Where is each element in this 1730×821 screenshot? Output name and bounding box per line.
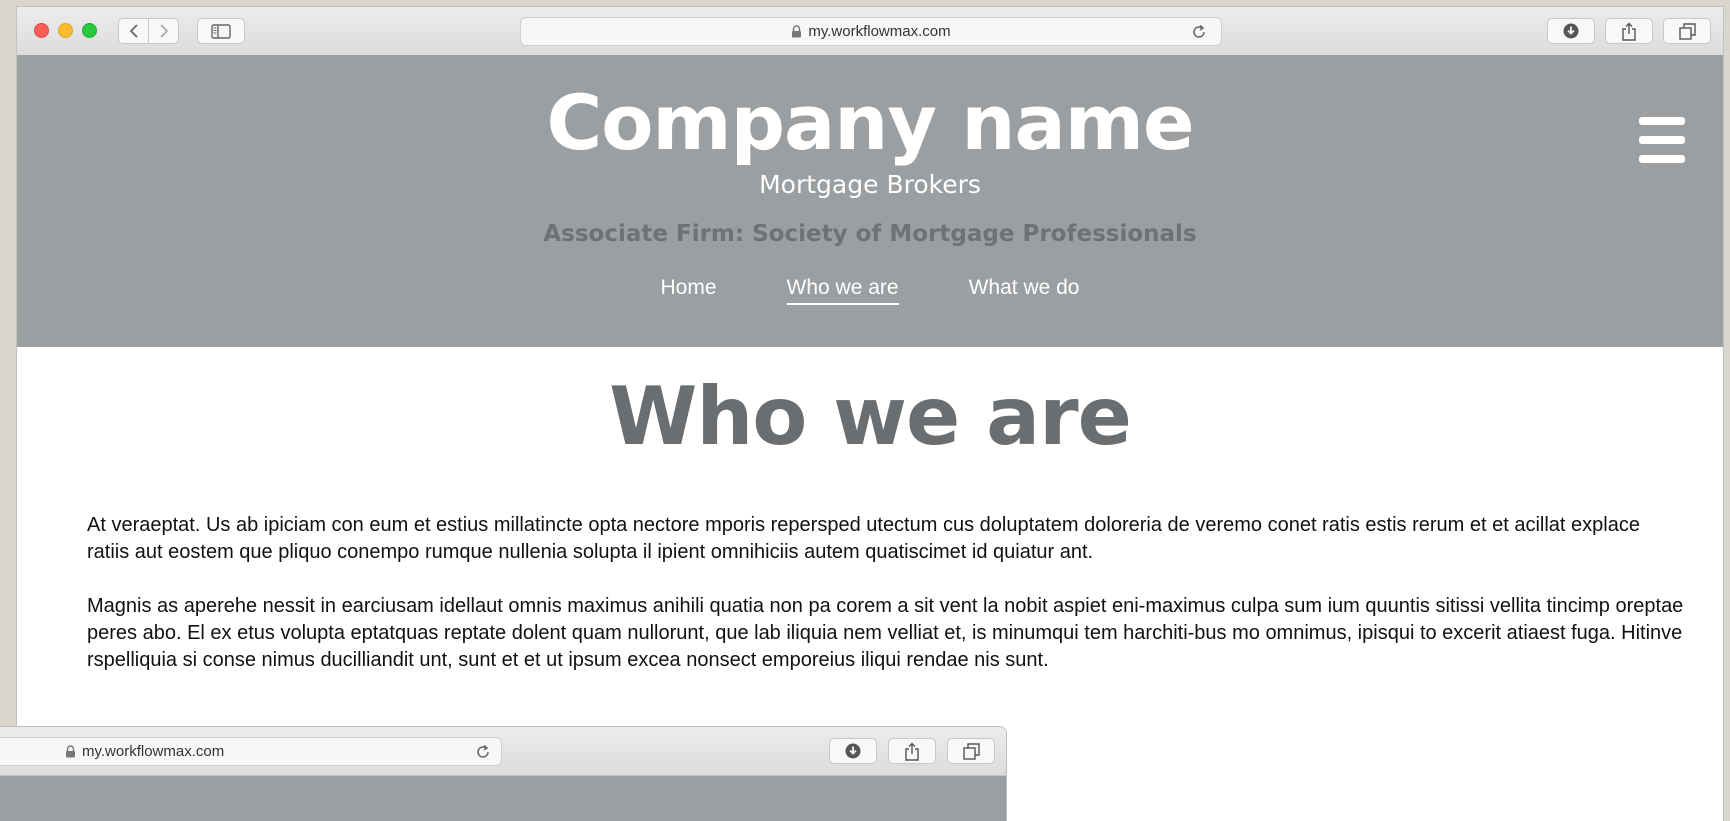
associate-firm: Associate Firm: Society of Mortgage Prof… xyxy=(543,221,1197,247)
tabs-icon xyxy=(962,742,980,760)
forward-icon xyxy=(159,24,168,38)
hamburger-menu-icon[interactable] xyxy=(1639,117,1685,163)
tabs-button[interactable] xyxy=(947,738,995,764)
lock-icon xyxy=(791,25,802,38)
back-button[interactable] xyxy=(118,18,149,44)
tabs-icon xyxy=(1678,22,1696,40)
tabs-button[interactable] xyxy=(1663,18,1711,44)
downloads-button[interactable] xyxy=(829,738,877,764)
lock-icon xyxy=(65,745,76,758)
forward-button[interactable] xyxy=(148,18,179,44)
share-icon xyxy=(1622,22,1636,41)
reload-icon[interactable] xyxy=(475,744,491,764)
nav-who-we-are[interactable]: Who we are xyxy=(786,276,899,305)
close-window-button[interactable] xyxy=(34,23,49,38)
minimize-window-button[interactable] xyxy=(58,23,73,38)
share-button[interactable] xyxy=(888,738,936,764)
sidebar-button[interactable] xyxy=(197,18,245,44)
download-icon xyxy=(1563,23,1579,39)
back-icon xyxy=(129,24,138,38)
zoom-window-button[interactable] xyxy=(82,23,97,38)
url-text: my.workflowmax.com xyxy=(82,743,225,760)
reload-icon[interactable] xyxy=(1191,24,1207,44)
body-paragraph: At veraeptat. Us ab ipiciam con eum et e… xyxy=(87,514,1640,563)
main-nav: Home Who we are What we do xyxy=(17,276,1723,305)
page-title: Who we are xyxy=(609,370,1132,463)
browser-window: my.workflowmax.com Company name Mortgage… xyxy=(17,7,1723,821)
url-text: my.workflowmax.com xyxy=(808,23,951,40)
company-name: Company name xyxy=(546,78,1194,167)
downloads-button[interactable] xyxy=(1547,18,1595,44)
nav-home[interactable]: Home xyxy=(661,276,717,305)
address-bar[interactable]: my.workflowmax.com xyxy=(0,737,502,766)
site-header: Company name Mortgage Brokers Associate … xyxy=(17,55,1723,347)
browser-toolbar: my.workflowmax.com xyxy=(17,7,1723,56)
share-button[interactable] xyxy=(1605,18,1653,44)
company-tagline: Mortgage Brokers xyxy=(759,170,981,199)
address-bar[interactable]: my.workflowmax.com xyxy=(520,17,1222,46)
second-browser-window: my.workflowmax.com xyxy=(0,727,1006,821)
nav-what-we-do[interactable]: What we do xyxy=(969,276,1080,305)
download-icon xyxy=(845,743,861,759)
sidebar-icon xyxy=(211,23,231,39)
browser-toolbar: my.workflowmax.com xyxy=(0,727,1006,776)
share-icon xyxy=(905,742,919,761)
body-paragraph: Magnis as aperehe nessit in earciusam id… xyxy=(87,595,1684,671)
